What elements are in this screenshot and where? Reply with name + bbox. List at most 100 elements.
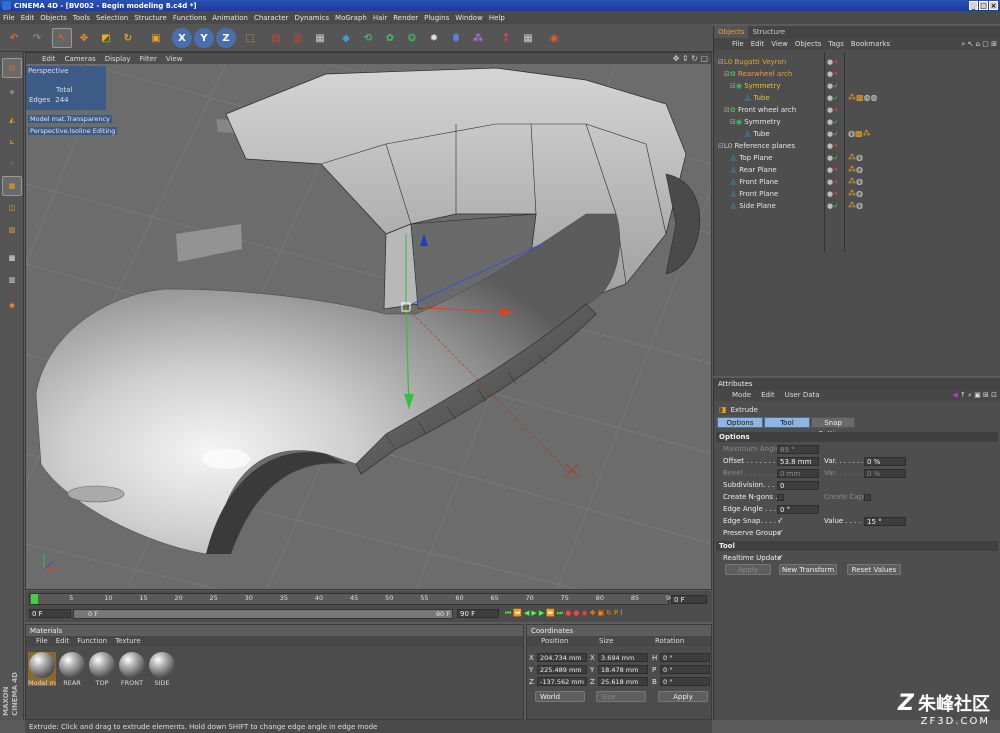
edges-mode-icon[interactable]: ▦ bbox=[2, 176, 22, 196]
pos-y-field[interactable]: 225.489 mm bbox=[537, 665, 587, 674]
redo-icon[interactable]: ↷ bbox=[27, 28, 47, 48]
attr-menu-mode[interactable]: Mode bbox=[732, 391, 751, 399]
material-top[interactable]: TOP bbox=[88, 652, 116, 687]
vp-menu-display[interactable]: Display bbox=[105, 55, 131, 63]
obj-menu-file[interactable]: File bbox=[732, 40, 744, 48]
material-front[interactable]: FRONT bbox=[118, 652, 146, 687]
menu-hair[interactable]: Hair bbox=[373, 14, 387, 22]
cube-primitive-icon[interactable]: ◆ bbox=[336, 28, 356, 48]
size-x-field[interactable]: 3.694 mm bbox=[598, 653, 648, 662]
object-row-symmetry-2[interactable]: ⊟◉ Symmetry bbox=[714, 116, 824, 128]
prev-frame-icon[interactable]: ◀ bbox=[524, 609, 529, 618]
object-row-tube-1[interactable]: ⏅ Tube bbox=[714, 92, 824, 104]
menu-edit[interactable]: Edit bbox=[21, 14, 35, 22]
scale-icon[interactable]: ◩ bbox=[96, 28, 116, 48]
rot-b-field[interactable]: 0 ° bbox=[660, 677, 710, 686]
create-ngons-checkbox[interactable] bbox=[777, 494, 784, 501]
end-frame-field[interactable]: 90 F bbox=[457, 609, 499, 618]
menu-plugins[interactable]: Plugins bbox=[424, 14, 449, 22]
size-z-field[interactable]: 25.618 mm bbox=[598, 677, 648, 686]
object-row-front-plane-2[interactable]: ⏅ Front Plane bbox=[714, 188, 824, 200]
workplane-icon[interactable]: ⊾ bbox=[2, 132, 22, 152]
tweak-mode-icon[interactable]: ▧ bbox=[2, 220, 22, 240]
menu-help[interactable]: Help bbox=[489, 14, 505, 22]
points-mode-icon[interactable]: ⁘ bbox=[2, 154, 22, 174]
play-icon[interactable]: ▶ bbox=[531, 609, 536, 618]
timeline-options-icon[interactable]: ⁞ bbox=[620, 609, 622, 618]
max-angle-field[interactable]: 89 ° bbox=[777, 445, 819, 454]
menu-functions[interactable]: Functions bbox=[173, 14, 206, 22]
new-transform-button[interactable]: New Transform bbox=[779, 564, 837, 575]
playhead[interactable] bbox=[31, 594, 38, 604]
tab-tool[interactable]: Tool bbox=[764, 417, 810, 428]
position-key-icon[interactable]: ✥ bbox=[590, 609, 596, 618]
layout-icon[interactable]: ▦ bbox=[518, 28, 538, 48]
object-mode-icon[interactable]: ◈ bbox=[2, 82, 22, 102]
next-key-icon[interactable]: ⏩ bbox=[546, 609, 555, 618]
checker-icon[interactable]: ▩ bbox=[2, 248, 22, 268]
menu-selection[interactable]: Selection bbox=[96, 14, 128, 22]
preserve-groups-checkbox[interactable]: ✓ bbox=[777, 528, 784, 537]
coord-size-select[interactable]: Size bbox=[596, 691, 646, 702]
snap-icon[interactable]: ✱ bbox=[2, 296, 22, 316]
deformer-icon[interactable]: ✸ bbox=[424, 28, 444, 48]
object-row-tube-2[interactable]: ⏅ Tube bbox=[714, 128, 824, 140]
menu-tools[interactable]: Tools bbox=[73, 14, 90, 22]
vp-menu-cameras[interactable]: Cameras bbox=[65, 55, 96, 63]
polygons-mode-icon[interactable]: ◫ bbox=[2, 198, 22, 218]
object-row-top-plane[interactable]: ⏅ Top Plane bbox=[714, 152, 824, 164]
realtime-update-checkbox[interactable]: ✓ bbox=[777, 553, 784, 562]
obj-menu-objects[interactable]: Objects bbox=[795, 40, 821, 48]
move-icon[interactable]: ✥ bbox=[74, 28, 94, 48]
goto-end-icon[interactable]: ⏭ bbox=[557, 609, 563, 618]
next-frame-icon[interactable]: ▶ bbox=[539, 609, 544, 618]
maximize-button[interactable]: □ bbox=[979, 1, 988, 10]
x-axis-icon[interactable]: X bbox=[172, 28, 192, 48]
object-row-reference-planes[interactable]: ⊟L0 Reference planes bbox=[714, 140, 824, 152]
render-settings-icon[interactable]: ▦ bbox=[310, 28, 330, 48]
rotate-icon[interactable]: ↻ bbox=[118, 28, 138, 48]
material-model[interactable]: Model m bbox=[28, 652, 56, 687]
attr-menu-user-data[interactable]: User Data bbox=[785, 391, 820, 399]
var2-field[interactable]: 0 % bbox=[864, 469, 906, 478]
menu-window[interactable]: Window bbox=[455, 14, 483, 22]
rot-h-field[interactable]: 0 ° bbox=[660, 653, 710, 662]
create-caps-checkbox[interactable] bbox=[864, 494, 871, 501]
attr-nav-icons[interactable]: ◀ ↑ ⌕ ▣ ⊞ ⊡ bbox=[952, 391, 997, 400]
coord-mode-select[interactable]: World bbox=[535, 691, 585, 702]
last-tool-icon[interactable]: ▣ bbox=[146, 28, 166, 48]
menu-dynamics[interactable]: Dynamics bbox=[295, 14, 330, 22]
current-frame-field[interactable]: 0 F bbox=[671, 595, 707, 604]
edge-angle-field[interactable]: 0 ° bbox=[777, 505, 819, 514]
vp-menu-edit[interactable]: Edit bbox=[42, 55, 56, 63]
offset-field[interactable]: 53.8 mm bbox=[777, 457, 819, 466]
viewport-nav-icons[interactable]: ✥ ⇕ ↻ ▢ bbox=[673, 54, 708, 63]
nurbs-icon[interactable]: ✿ bbox=[380, 28, 400, 48]
minimize-button[interactable]: _ bbox=[969, 1, 978, 10]
menu-objects[interactable]: Objects bbox=[40, 14, 66, 22]
tab-options[interactable]: Options bbox=[717, 417, 763, 428]
subdivision-field[interactable]: 0 bbox=[777, 481, 819, 490]
menu-file[interactable]: File bbox=[3, 14, 15, 22]
model-mode-icon[interactable]: ▤ bbox=[2, 58, 22, 78]
timeline-ruler[interactable]: 051015202530354045505560657075808590 bbox=[29, 593, 674, 605]
cinema4d-logo-icon[interactable]: ◉ bbox=[544, 28, 564, 48]
coordinate-system-icon[interactable]: ⬚ bbox=[240, 28, 260, 48]
material-rear[interactable]: REAR bbox=[58, 652, 86, 687]
menu-mograph[interactable]: MoGraph bbox=[335, 14, 367, 22]
render-picture-viewer-icon[interactable]: ▥ bbox=[288, 28, 308, 48]
object-row-rearwheel-arch[interactable]: ⊟✿ Rearwheel arch bbox=[714, 68, 824, 80]
object-row-symmetry-1[interactable]: ⊟◉ Symmetry bbox=[714, 80, 824, 92]
bevel-field[interactable]: 0 mm bbox=[777, 469, 819, 478]
rotation-key-icon[interactable]: ↻ bbox=[606, 609, 612, 618]
live-selection-icon[interactable]: ↖ bbox=[52, 28, 72, 48]
undo-icon[interactable]: ↶ bbox=[4, 28, 24, 48]
object-row-bugatti-veyron[interactable]: ⊟L0 Bugatti Veyron bbox=[714, 56, 824, 68]
render-view-icon[interactable]: ▤ bbox=[266, 28, 286, 48]
autokey-icon[interactable]: ● bbox=[573, 609, 579, 618]
scale-key-icon[interactable]: ▣ bbox=[597, 609, 604, 618]
obj-menu-edit[interactable]: Edit bbox=[751, 40, 765, 48]
obj-menu-bookmarks[interactable]: Bookmarks bbox=[851, 40, 890, 48]
record-icon[interactable]: ● bbox=[565, 609, 571, 618]
object-row-front-plane-1[interactable]: ⏅ Front Plane bbox=[714, 176, 824, 188]
